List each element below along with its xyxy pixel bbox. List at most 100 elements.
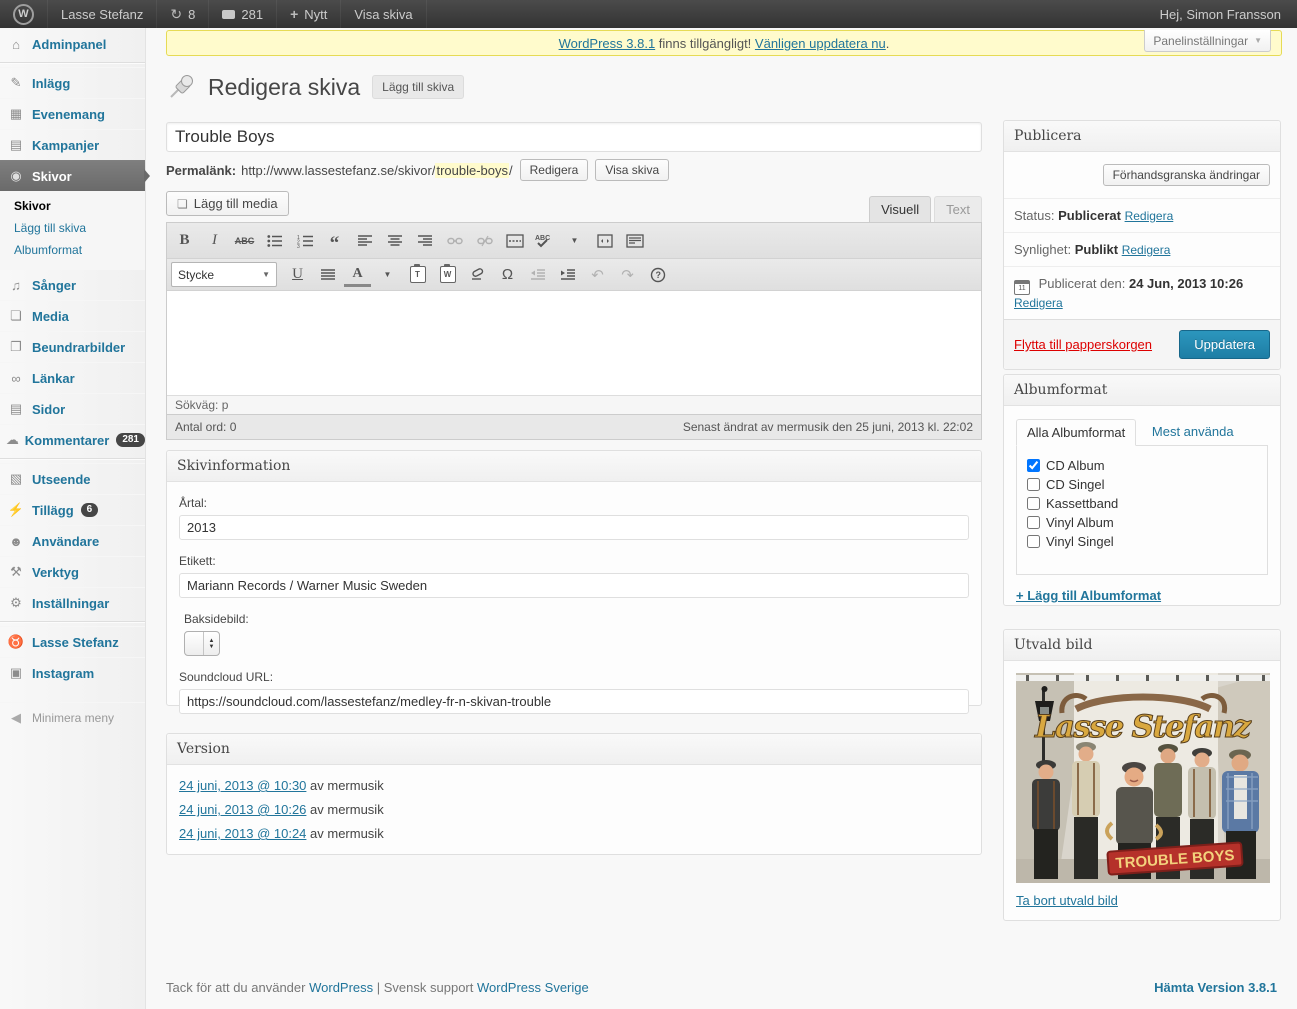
albumformat-option[interactable]: Vinyl Singel: [1027, 534, 1257, 549]
text-color-button[interactable]: A: [344, 262, 371, 287]
redo-button[interactable]: ↷: [614, 264, 641, 286]
wordpress-sverige-link[interactable]: WordPress Sverige: [477, 980, 589, 995]
sidebar-item-tillagg[interactable]: ⚡ Tillägg 6: [0, 494, 145, 525]
insert-link-button[interactable]: [441, 230, 468, 252]
new-content-menu[interactable]: + Nytt: [277, 0, 342, 28]
wordpress-logo-menu[interactable]: W: [0, 0, 48, 28]
sidebar-item-evenemang[interactable]: ▦ Evenemang: [0, 98, 145, 129]
revision-link[interactable]: 24 juni, 2013 @ 10:30: [179, 778, 306, 793]
post-title-input[interactable]: [166, 122, 982, 152]
submenu-item-lagg-till-skiva[interactable]: Lägg till skiva: [0, 217, 145, 239]
help-button[interactable]: ?: [644, 264, 671, 286]
sidebar-item-kampanjer[interactable]: ▤ Kampanjer: [0, 129, 145, 160]
sidebar-item-inlagg[interactable]: ✎ Inlägg: [0, 67, 145, 98]
update-now-link[interactable]: Vänligen uppdatera nu: [755, 36, 886, 51]
sidebar-item-sidor[interactable]: ▤ Sidor: [0, 393, 145, 424]
editor-content-area[interactable]: [167, 291, 981, 395]
get-version-link[interactable]: Hämta Version 3.8.1: [1154, 980, 1277, 995]
spellcheck-button[interactable]: ABC: [531, 230, 558, 252]
wordpress-link[interactable]: WordPress: [309, 980, 373, 995]
albumformat-option[interactable]: CD Singel: [1027, 477, 1257, 492]
remove-link-button[interactable]: [471, 230, 498, 252]
vinyl-singel-checkbox[interactable]: [1027, 535, 1040, 548]
add-albumformat-link[interactable]: + Lägg till Albumformat: [1016, 588, 1161, 603]
edit-status-link[interactable]: Redigera: [1125, 209, 1174, 223]
albumformat-option[interactable]: Vinyl Album: [1027, 515, 1257, 530]
preview-changes-button[interactable]: Förhandsgranska ändringar: [1102, 164, 1270, 186]
collapse-menu-button[interactable]: ◀ Minimera meny: [0, 702, 145, 733]
site-name-link[interactable]: Lasse Stefanz: [48, 0, 158, 28]
align-center-button[interactable]: [381, 230, 408, 252]
kitchen-sink-button[interactable]: [621, 230, 648, 252]
sidebar-item-adminpanel[interactable]: ⌂ Adminpanel: [0, 28, 145, 59]
more-tag-button[interactable]: [501, 230, 528, 252]
view-post-button[interactable]: Visa skiva: [595, 159, 670, 181]
tab-all-albumformat[interactable]: Alla Albumformat: [1016, 419, 1137, 446]
undo-button[interactable]: ↶: [584, 264, 611, 286]
remove-formatting-button[interactable]: [464, 264, 491, 286]
kassettband-checkbox[interactable]: [1027, 497, 1040, 510]
sidebar-item-kommentarer[interactable]: ☁ Kommentarer 281: [0, 424, 145, 455]
edit-date-link[interactable]: Redigera: [1014, 296, 1063, 310]
comments-link[interactable]: 281: [209, 0, 278, 28]
sidebar-item-verktyg[interactable]: ⚒ Verktyg: [0, 556, 145, 587]
italic-button[interactable]: I: [201, 230, 228, 252]
align-left-button[interactable]: [351, 230, 378, 252]
add-new-button[interactable]: Lägg till skiva: [372, 75, 465, 99]
updates-link[interactable]: ↻ 8: [157, 0, 210, 28]
view-post-link[interactable]: Visa skiva: [341, 0, 427, 28]
sidebar-item-anvandare[interactable]: ☻ Användare: [0, 525, 145, 556]
move-to-trash-link[interactable]: Flytta till papperskorgen: [1014, 337, 1152, 352]
sidebar-item-lankar[interactable]: ∞ Länkar: [0, 362, 145, 393]
sidebar-item-utseende[interactable]: ▧ Utseende: [0, 463, 145, 494]
tab-visual[interactable]: Visuell: [869, 196, 932, 222]
update-version-link[interactable]: WordPress 3.8.1: [559, 36, 656, 51]
edit-visibility-link[interactable]: Redigera: [1122, 243, 1171, 257]
spellcheck-dropdown-icon[interactable]: ▼: [561, 230, 588, 252]
etikett-input[interactable]: [179, 573, 969, 598]
submenu-item-albumformat[interactable]: Albumformat: [0, 239, 145, 261]
text-color-dropdown-icon[interactable]: ▼: [374, 264, 401, 286]
remove-featured-image-link[interactable]: Ta bort utvald bild: [1016, 893, 1118, 908]
screen-options-tab[interactable]: Panelinställningar ▼: [1144, 30, 1271, 52]
cd-album-checkbox[interactable]: [1027, 459, 1040, 472]
outdent-button[interactable]: [524, 264, 551, 286]
underline-button[interactable]: U: [284, 264, 311, 286]
account-menu[interactable]: Hej, Simon Fransson: [1144, 0, 1297, 28]
indent-button[interactable]: [554, 264, 581, 286]
albumformat-option[interactable]: CD Album: [1027, 458, 1257, 473]
bullet-list-button[interactable]: [261, 230, 288, 252]
sidebar-item-sanger[interactable]: ♫ Sånger: [0, 269, 145, 300]
add-media-button[interactable]: ❏ Lägg till media: [166, 191, 289, 216]
paragraph-format-select[interactable]: Stycke ▼: [171, 262, 277, 287]
cd-singel-checkbox[interactable]: [1027, 478, 1040, 491]
back-cover-select[interactable]: ▲ ▼: [184, 631, 220, 656]
sidebar-item-beundrarbilder[interactable]: ❐ Beundrarbilder: [0, 331, 145, 362]
sidebar-item-lasse-stefanz[interactable]: ♉ Lasse Stefanz: [0, 626, 145, 657]
tab-most-used[interactable]: Mest använda: [1152, 424, 1234, 439]
revision-link[interactable]: 24 juni, 2013 @ 10:24: [179, 826, 306, 841]
fullscreen-button[interactable]: [591, 230, 618, 252]
numbered-list-button[interactable]: 123: [291, 230, 318, 252]
tab-text[interactable]: Text: [934, 196, 982, 222]
edit-permalink-button[interactable]: Redigera: [519, 159, 589, 181]
update-button[interactable]: Uppdatera: [1179, 330, 1270, 359]
special-character-button[interactable]: Ω: [494, 264, 521, 286]
blockquote-button[interactable]: “: [321, 226, 348, 255]
revision-link[interactable]: 24 juni, 2013 @ 10:26: [179, 802, 306, 817]
paste-as-text-button[interactable]: T: [404, 264, 431, 286]
align-justify-button[interactable]: [314, 264, 341, 286]
bold-button[interactable]: B: [171, 230, 198, 252]
featured-image-thumbnail[interactable]: Lasse Stefanz TROUBLE BOYS: [1016, 673, 1270, 883]
submenu-item-skivor[interactable]: Skivor: [0, 195, 145, 217]
year-input[interactable]: [179, 515, 969, 540]
sidebar-item-media[interactable]: ❏ Media: [0, 300, 145, 331]
vinyl-album-checkbox[interactable]: [1027, 516, 1040, 529]
sidebar-item-installningar[interactable]: ⚙ Inställningar: [0, 587, 145, 618]
albumformat-option[interactable]: Kassettband: [1027, 496, 1257, 511]
align-right-button[interactable]: [411, 230, 438, 252]
sidebar-item-instagram[interactable]: ▣ Instagram: [0, 657, 145, 688]
soundcloud-input[interactable]: [179, 689, 969, 714]
strikethrough-button[interactable]: ABC: [231, 230, 258, 252]
paste-from-word-button[interactable]: W: [434, 264, 461, 286]
